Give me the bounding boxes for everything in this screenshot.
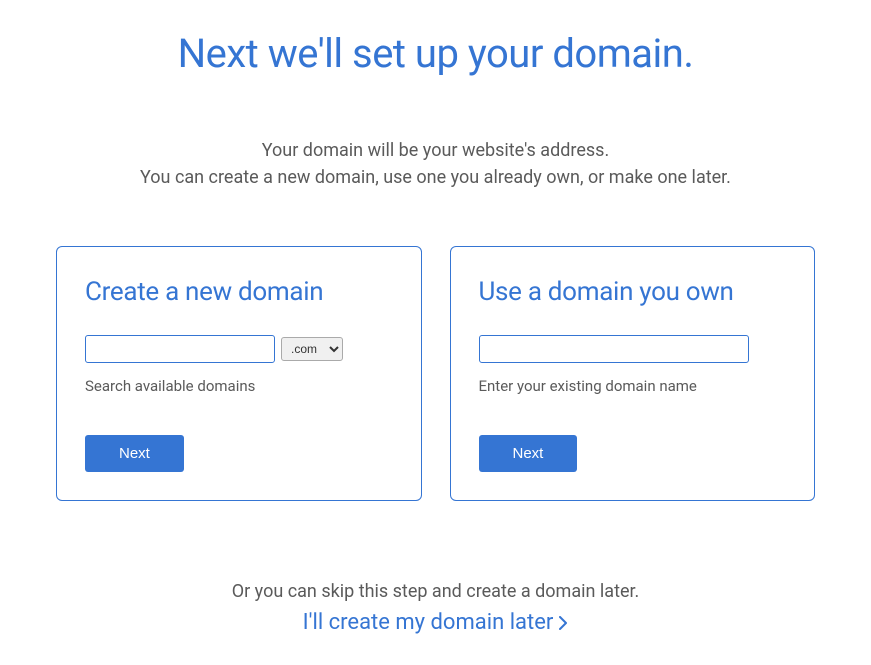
skip-text: Or you can skip this step and create a d… — [56, 581, 815, 602]
tld-select[interactable]: .com — [281, 337, 343, 361]
existing-domain-input[interactable] — [479, 335, 749, 363]
subtitle-line-2: You can create a new domain, use one you… — [56, 164, 815, 191]
new-domain-input[interactable] — [85, 335, 275, 363]
create-domain-title: Create a new domain — [85, 277, 393, 307]
skip-link-label: I'll create my domain later — [303, 610, 554, 635]
own-domain-next-button[interactable]: Next — [479, 435, 578, 472]
create-domain-input-row: .com — [85, 335, 393, 363]
page-title: Next we'll set up your domain. — [56, 30, 815, 77]
create-domain-card: Create a new domain .com Search availabl… — [56, 246, 422, 501]
cards-row: Create a new domain .com Search availabl… — [56, 246, 815, 501]
chevron-right-icon — [559, 616, 568, 630]
skip-link[interactable]: I'll create my domain later — [303, 610, 569, 635]
subtitle-block: Your domain will be your website's addre… — [56, 137, 815, 191]
own-domain-helper: Enter your existing domain name — [479, 377, 787, 395]
own-domain-card: Use a domain you own Enter your existing… — [450, 246, 816, 501]
skip-block: Or you can skip this step and create a d… — [56, 581, 815, 635]
subtitle-line-1: Your domain will be your website's addre… — [56, 137, 815, 164]
create-domain-helper: Search available domains — [85, 377, 393, 395]
own-domain-input-row — [479, 335, 787, 363]
create-domain-next-button[interactable]: Next — [85, 435, 184, 472]
page-container: Next we'll set up your domain. Your doma… — [0, 0, 871, 635]
own-domain-title: Use a domain you own — [479, 277, 787, 307]
